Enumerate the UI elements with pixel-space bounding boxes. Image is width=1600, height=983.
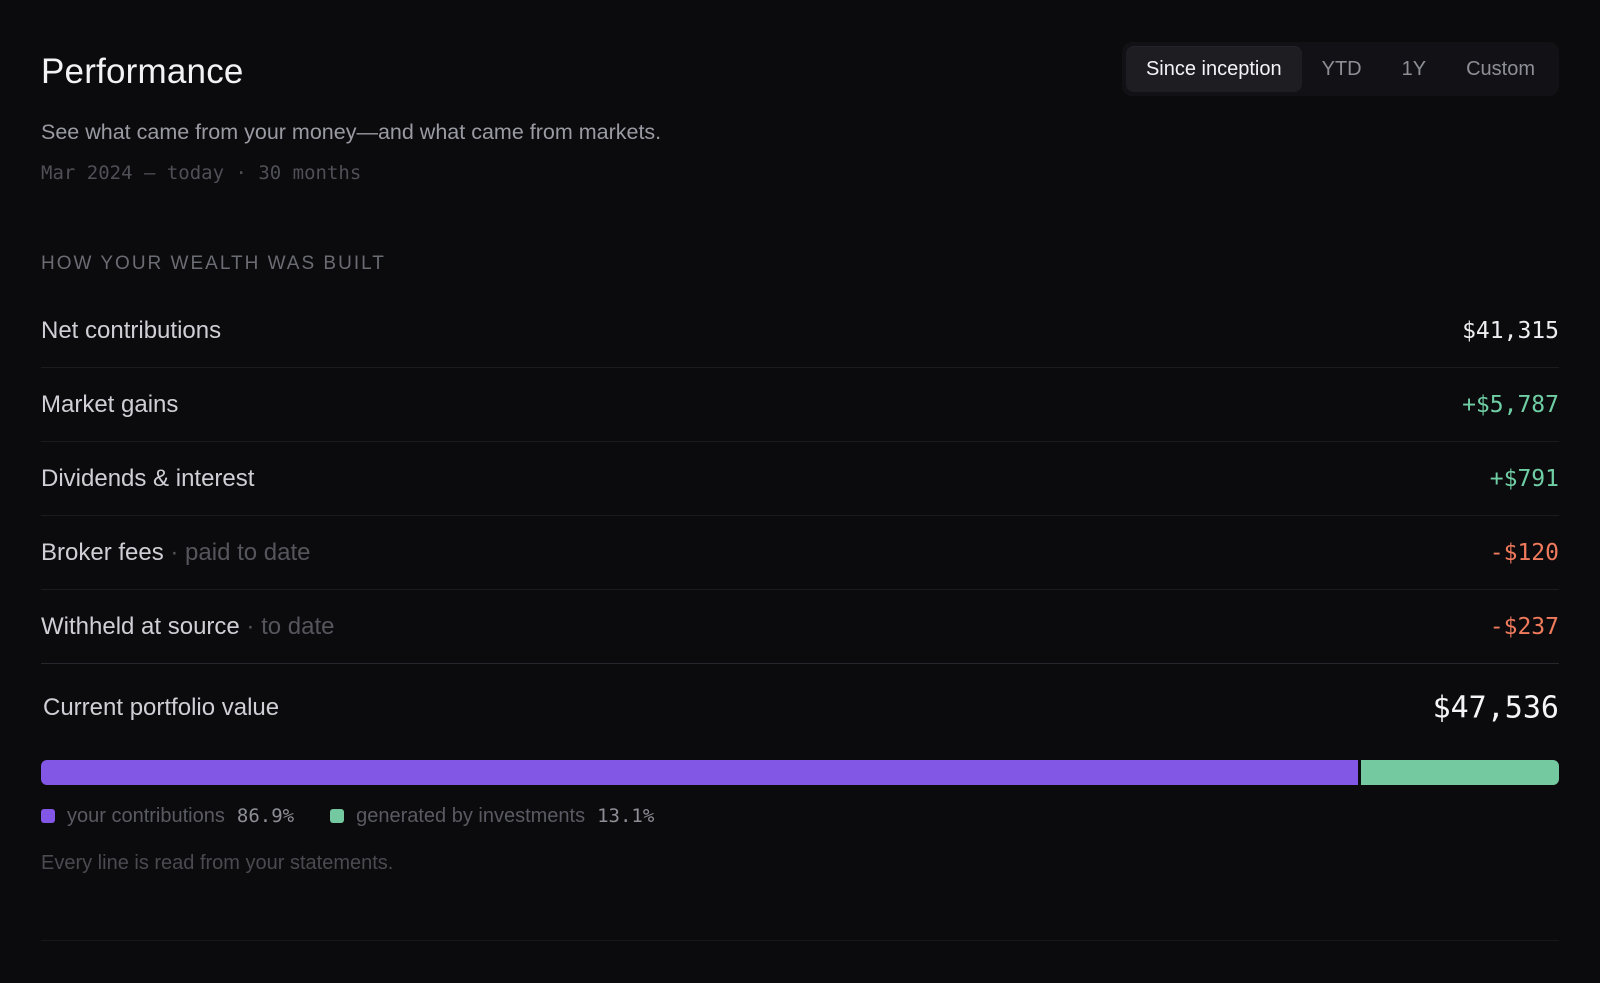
- total-label: Current portfolio value: [43, 694, 280, 721]
- legend-label: generated by investments: [356, 804, 586, 827]
- row-label: Market gains: [41, 390, 179, 418]
- row-value: +$791: [1489, 465, 1559, 492]
- page-subtitle: See what came from your money—and what c…: [41, 120, 662, 144]
- row-label-group: Broker fees · paid to date: [41, 539, 310, 567]
- performance-page: Performance Since inception YTD 1Y Custom S…: [0, 0, 1600, 983]
- legend-label: your contributions: [67, 804, 225, 827]
- breakdown-row: Withheld at source · to date -$237: [41, 590, 1559, 664]
- row-label: Withheld at source: [41, 612, 240, 640]
- row-value: $41,315: [1462, 317, 1559, 344]
- period-selector: Since inception YTD 1Y Custom: [1121, 42, 1559, 96]
- composition-bar-segment: [1360, 760, 1559, 785]
- period-tab-ytd[interactable]: YTD: [1302, 46, 1382, 92]
- row-label: Dividends & interest: [41, 464, 255, 492]
- row-note: · paid to date: [163, 538, 311, 566]
- composition-bar-segment: [41, 760, 1358, 785]
- period-tab-1y[interactable]: 1Y: [1382, 46, 1446, 92]
- breakdown-row: Dividends & interest +$791: [41, 442, 1559, 516]
- row-note: · to date: [239, 612, 335, 640]
- row-label-group: Withheld at source · to date: [41, 613, 335, 641]
- period-tab-since-inception[interactable]: Since inception: [1125, 46, 1302, 92]
- date-range: Mar 2024 – today · 30 months: [41, 162, 362, 184]
- row-label-group: Market gains: [41, 391, 178, 419]
- legend-swatch: [41, 809, 55, 823]
- legend-percentage: 13.1%: [597, 805, 655, 827]
- period-tab-custom[interactable]: Custom: [1446, 46, 1555, 92]
- composition-bar: [41, 760, 1559, 785]
- row-value: -$237: [1489, 613, 1559, 640]
- row-label-group: Net contributions: [41, 317, 221, 345]
- section-heading: HOW YOUR WEALTH WAS BUILT: [41, 253, 386, 274]
- breakdown-list: Net contributions $41,315 Market gains +$5,…: [41, 294, 1559, 664]
- breakdown-row: Broker fees · paid to date -$120: [41, 516, 1559, 590]
- legend-swatch: [330, 809, 345, 823]
- breakdown-row: Market gains +$5,787: [41, 368, 1559, 442]
- footnote: Every line is read from your statements.: [41, 852, 394, 874]
- divider: [41, 940, 1559, 941]
- row-label: Net contributions: [41, 316, 222, 344]
- page-title: Performance: [41, 52, 244, 91]
- total-value: $47,536: [1432, 690, 1559, 726]
- composition-legend: your contributions 86.9% generated by inve…: [41, 803, 690, 829]
- row-label: Broker fees: [41, 538, 164, 566]
- row-label-group: Dividends & interest: [41, 465, 254, 493]
- legend-percentage: 86.9%: [236, 805, 295, 827]
- row-value: -$120: [1489, 539, 1559, 566]
- breakdown-row: Net contributions $41,315: [41, 294, 1559, 368]
- legend-item: your contributions 86.9%: [41, 805, 294, 828]
- row-value: +$5,787: [1462, 391, 1559, 418]
- legend-item: generated by investments 13.1%: [330, 805, 654, 828]
